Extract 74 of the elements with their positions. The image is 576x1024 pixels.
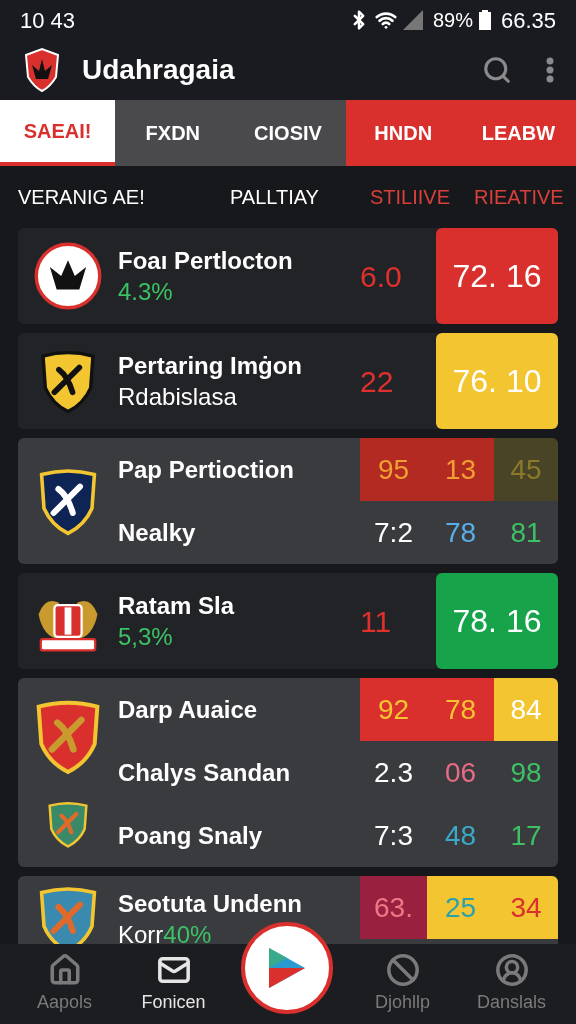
team-subtitle: Rdabislasa [118, 382, 237, 412]
stat-value: 78 [444, 516, 477, 549]
stat-value: 95 [377, 453, 410, 486]
stat-value: 2.3 [374, 756, 413, 789]
stat-value: 48 [444, 819, 477, 852]
team-name: Pertaring Imġon [118, 351, 304, 381]
tab[interactable]: HNDN [345, 100, 461, 166]
home-icon [47, 952, 82, 987]
stat-value: 25 [444, 891, 477, 924]
team-name: Foaı Pertlocton [118, 246, 294, 276]
score: 6.0 [360, 258, 403, 295]
more-button[interactable] [546, 57, 554, 83]
play-icon [267, 946, 307, 990]
team-subtitle: 5,3% [118, 622, 173, 652]
nav-item[interactable]: Danslals [457, 952, 566, 1016]
column-header: VERANIG AE! [18, 185, 146, 210]
battery-percent: 89% [432, 8, 473, 33]
tab[interactable]: CIOSIV [230, 100, 346, 166]
nav-item[interactable]: Djohllp [348, 952, 457, 1016]
team-card[interactable]: Ratam Sla 5,3% 11 78. 16 [18, 573, 558, 669]
tab[interactable]: SAEAI! [0, 100, 116, 166]
team-name: Nealky [118, 517, 197, 548]
team-name: Poang Snaly [118, 820, 264, 851]
rating-badge: 76. 10 [436, 333, 558, 429]
team-name: Darp Auaice [118, 694, 259, 725]
team-name: Seotuta Undenn [118, 889, 303, 919]
team-card[interactable]: Pap Pertioction 95 13 45 Nealky 7:2 78 81 [18, 438, 558, 564]
emblem-icon [34, 242, 102, 310]
stat-value: 98 [510, 756, 542, 789]
stat-value: 45 [510, 453, 542, 486]
search-button[interactable] [482, 55, 512, 85]
team-card[interactable]: Darp Auaice 92 78 84 Chalys Sandan 2.3 06 98 Poang Snaly 7:3 48 17 [18, 678, 558, 867]
stat-value: 92 [377, 693, 410, 726]
nav-item[interactable]: Fonicen [119, 952, 228, 1016]
clock: 10 43 [20, 6, 76, 35]
team-name: Pap Pertioction [118, 454, 296, 485]
prohibited-icon [385, 952, 420, 987]
team-subtitle: Korr [118, 920, 164, 944]
wifi-icon [374, 9, 397, 31]
score: 11 [360, 603, 393, 640]
team-card[interactable]: Seotuta Undenn Korr40% 63. 25 34 [18, 876, 558, 944]
shield-logo-icon [22, 47, 62, 93]
team-subtitle: 4.3% [118, 277, 173, 307]
stat-value: 7:3 [374, 819, 413, 852]
user-icon [494, 952, 529, 987]
signal-icon [402, 10, 423, 30]
stat-value: 13 [444, 453, 477, 486]
team-name: Ratam Sla [118, 591, 236, 621]
team-card[interactable]: Pertaring Imġon Rdabislasa 22 76. 10 [18, 333, 558, 429]
column-header: STILIIVE [370, 185, 452, 210]
search-icon [482, 55, 512, 85]
team-card[interactable]: Foaı Pertlocton 4.3% 6.0 72. 16 [18, 228, 558, 324]
stat-value: 17 [510, 819, 542, 852]
more-icon [546, 57, 554, 83]
rating-badge: 78. 16 [436, 573, 558, 669]
stat-value: 63. [374, 891, 413, 924]
nav-item[interactable]: Aapols [10, 952, 119, 1016]
stat-value: 34 [510, 891, 542, 924]
team-name: Chalys Sandan [118, 757, 292, 788]
tab[interactable]: LEABW [460, 100, 576, 166]
rating-badge: 72. 16 [436, 228, 558, 324]
column-header: RIEATIVE [474, 185, 565, 210]
status-text: 66.35 [500, 6, 556, 35]
tab[interactable]: FXDN [115, 100, 231, 166]
stat-value: 81 [510, 516, 542, 549]
stat-value: 78 [444, 693, 477, 726]
battery-icon [478, 10, 491, 30]
stat-value: 7:2 [374, 516, 413, 549]
stat-value: 84 [510, 693, 542, 726]
app-title: Udahragaia [82, 53, 236, 87]
score: 22 [360, 363, 395, 400]
team-subtitle: 40% [163, 920, 212, 944]
stat-value: 06 [444, 756, 477, 789]
column-header: PALLTIAY [230, 185, 320, 210]
